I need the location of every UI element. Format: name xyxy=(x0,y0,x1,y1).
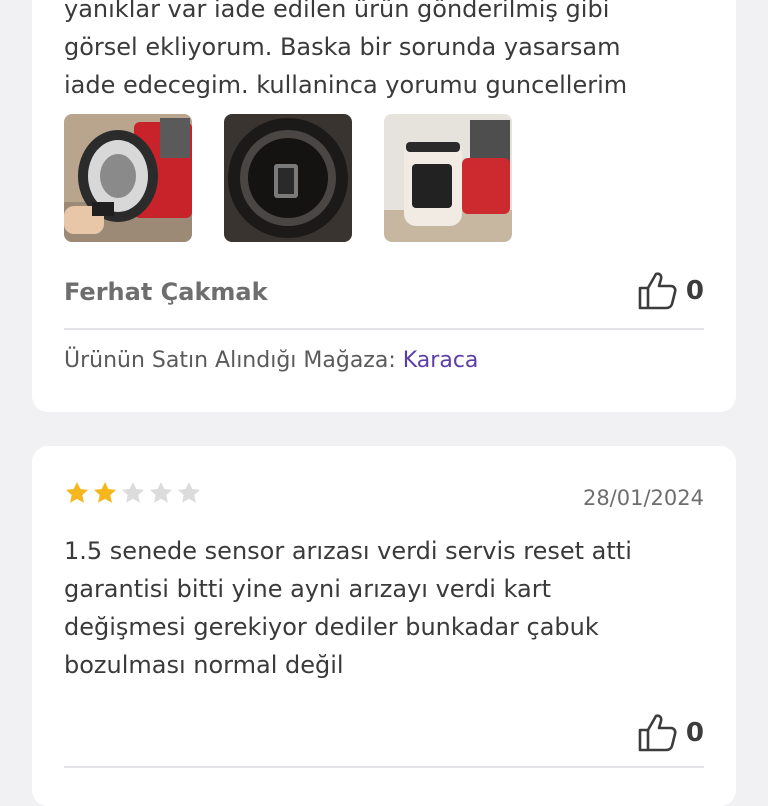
review-author: Ferhat Çakmak xyxy=(64,278,268,306)
review-photos xyxy=(64,114,512,242)
star-empty-icon xyxy=(149,481,173,503)
review-text: 1.5 senede sensor arızası verdi servis r… xyxy=(64,537,632,679)
review-photo-3[interactable] xyxy=(384,114,512,242)
like-button[interactable]: 0 xyxy=(636,270,704,312)
like-count: 0 xyxy=(685,276,704,306)
review-card: yanıklar var iade edilen ürün gönderilmi… xyxy=(32,0,736,412)
star-filled-icon xyxy=(65,481,89,503)
thumbs-up-icon xyxy=(638,714,677,752)
star-empty-icon xyxy=(177,481,201,503)
divider xyxy=(64,328,704,330)
review-photo-1[interactable] xyxy=(64,114,192,242)
store-name-link[interactable]: Karaca xyxy=(403,348,479,373)
review-photo-2[interactable] xyxy=(224,114,352,242)
star-filled-icon xyxy=(93,481,117,503)
star-empty-icon xyxy=(121,481,145,503)
review-text: yanıklar var iade edilen ürün gönderilmi… xyxy=(64,0,628,99)
store-info: Ürünün Satın Alındığı Mağaza: Karaca xyxy=(64,348,478,373)
like-count: 0 xyxy=(685,718,704,748)
review-date: 28/01/2024 xyxy=(582,486,704,510)
store-label: Ürünün Satın Alındığı Mağaza: xyxy=(64,348,396,373)
review-card: 28/01/2024 1.5 senede sensor arızası ver… xyxy=(32,446,736,806)
star-rating xyxy=(64,480,202,506)
thumbs-up-icon xyxy=(638,272,677,310)
like-button[interactable]: 0 xyxy=(636,712,704,754)
